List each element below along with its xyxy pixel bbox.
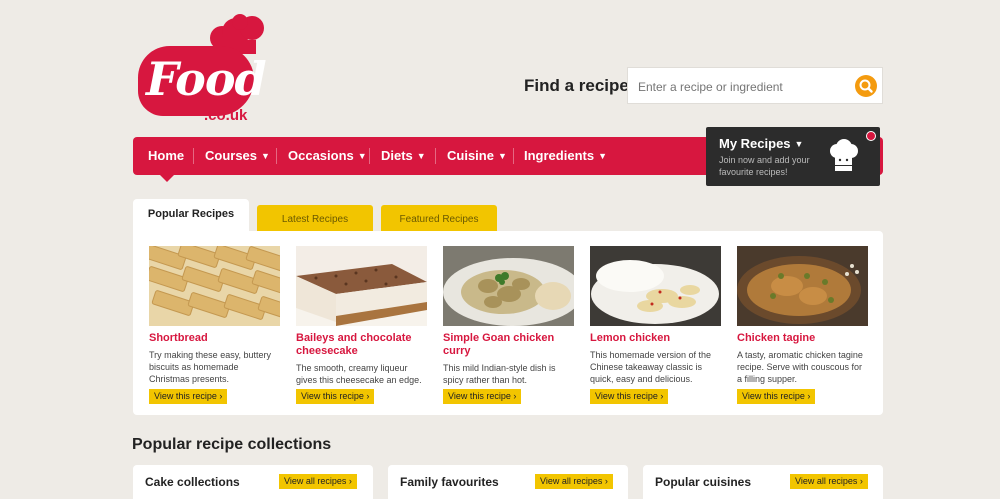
- view-recipe-button[interactable]: View this recipe ›: [296, 389, 375, 404]
- chevron-down-icon: ▼: [357, 151, 367, 161]
- view-recipe-label: View this recipe: [154, 391, 217, 401]
- recipe-image[interactable]: [443, 246, 574, 326]
- view-all-recipes-button[interactable]: View all recipes ›: [535, 474, 613, 489]
- collection-card: Popular cuisines View all recipes ›: [643, 465, 883, 499]
- recipe-title[interactable]: Chicken tagine: [737, 332, 868, 345]
- tab-popular-recipes[interactable]: Popular Recipes: [133, 199, 249, 233]
- recipe-card[interactable]: Simple Goan chicken curry This mild Indi…: [443, 246, 574, 404]
- recipe-image[interactable]: [737, 246, 868, 326]
- my-recipes-title: My Recipes ▼: [719, 136, 803, 151]
- chevron-right-icon: ›: [660, 391, 664, 401]
- collection-card: Family favourites View all recipes ›: [388, 465, 628, 499]
- view-recipe-button[interactable]: View this recipe ›: [443, 389, 522, 404]
- recipe-card[interactable]: Lemon chicken This homemade version of t…: [590, 246, 721, 404]
- chevron-right-icon: ›: [859, 476, 863, 486]
- view-recipe-label: View this recipe: [301, 391, 364, 401]
- chevron-down-icon: ▼: [261, 151, 270, 161]
- chevron-right-icon: ›: [366, 391, 370, 401]
- nav-divider: [513, 148, 514, 164]
- my-recipes-label: My Recipes: [719, 136, 791, 151]
- recipe-card[interactable]: Baileys and chocolate cheesecake The smo…: [296, 246, 427, 404]
- view-all-label: View all recipes: [284, 476, 347, 486]
- search-input[interactable]: [638, 78, 848, 95]
- recipe-title[interactable]: Simple Goan chicken curry: [443, 332, 574, 358]
- search-icon: [859, 79, 873, 93]
- nav-divider: [369, 148, 370, 164]
- nav-label: Diets: [381, 148, 413, 163]
- chevron-right-icon: ›: [348, 476, 352, 486]
- collections-heading: Popular recipe collections: [132, 436, 332, 453]
- recipe-title[interactable]: Lemon chicken: [590, 332, 721, 345]
- collection-title[interactable]: Popular cuisines: [655, 475, 751, 489]
- chef-hat-icon: [830, 139, 858, 171]
- recipe-description: The smooth, creamy liqueur gives this ch…: [296, 363, 422, 385]
- nav-label: Home: [148, 148, 185, 163]
- nav-item-home[interactable]: Home: [148, 137, 184, 175]
- my-recipes-description: Join now and add your favourite recipes!: [719, 155, 810, 177]
- chevron-right-icon: ›: [219, 391, 223, 401]
- recipe-card[interactable]: Chicken tagine A tasty, aromatic chicken…: [737, 246, 868, 404]
- search-button[interactable]: [855, 75, 877, 97]
- chevron-down-icon: ▼: [497, 151, 507, 161]
- chevron-down-icon: ▼: [416, 151, 426, 161]
- nav-divider: [193, 148, 194, 164]
- nav-divider: [435, 148, 436, 164]
- chevron-right-icon: ›: [604, 476, 608, 486]
- recipe-image[interactable]: [149, 246, 280, 326]
- view-all-recipes-button[interactable]: View all recipes ›: [279, 474, 357, 489]
- recipe-panel: Shortbread Try making these easy, butter…: [133, 231, 883, 415]
- nav-item-occasions[interactable]: Occasions ▼: [288, 137, 367, 175]
- nav-divider: [276, 148, 277, 164]
- site-logo[interactable]: Food .co.uk: [138, 12, 273, 124]
- nav-label: Courses: [205, 148, 258, 163]
- nav-label: Occasions: [288, 148, 354, 163]
- nav-item-ingredients[interactable]: Ingredients ▼: [524, 137, 607, 175]
- my-recipes-panel[interactable]: My Recipes ▼ Join now and add your favour…: [706, 127, 880, 186]
- nav-label: Ingredients: [524, 148, 595, 163]
- collection-title[interactable]: Family favourites: [400, 475, 499, 489]
- recipe-description: This mild Indian-style dish is spicy rat…: [443, 363, 556, 385]
- find-recipe-label: Find a recipe:: [524, 76, 635, 95]
- view-all-label: View all recipes: [540, 476, 603, 486]
- recipe-title[interactable]: Baileys and chocolate cheesecake: [296, 332, 427, 358]
- view-recipe-label: View this recipe: [448, 391, 511, 401]
- recipe-title[interactable]: Shortbread: [149, 332, 280, 345]
- logo-domain: .co.uk: [204, 107, 248, 124]
- nav-label: Cuisine: [447, 148, 494, 163]
- nav-item-courses[interactable]: Courses ▼: [205, 137, 270, 175]
- collection-card: Cake collections View all recipes ›: [133, 465, 373, 499]
- active-nav-indicator: [160, 175, 174, 182]
- recipe-description: Try making these easy, buttery biscuits …: [149, 350, 272, 384]
- view-recipe-button[interactable]: View this recipe ›: [149, 389, 228, 404]
- chevron-right-icon: ›: [807, 391, 811, 401]
- close-icon[interactable]: [866, 131, 876, 141]
- recipe-description: A tasty, aromatic chicken tagine recipe.…: [737, 350, 863, 384]
- view-all-label: View all recipes: [795, 476, 858, 486]
- chevron-down-icon: ▼: [598, 151, 607, 161]
- chevron-right-icon: ›: [513, 391, 517, 401]
- view-recipe-button[interactable]: View this recipe ›: [737, 389, 816, 404]
- view-all-recipes-button[interactable]: View all recipes ›: [790, 474, 868, 489]
- view-recipe-button[interactable]: View this recipe ›: [590, 389, 669, 404]
- collection-title[interactable]: Cake collections: [145, 475, 240, 489]
- search-box: [627, 67, 883, 104]
- recipe-image[interactable]: [590, 246, 721, 326]
- recipe-image[interactable]: [296, 246, 427, 326]
- nav-item-cuisine[interactable]: Cuisine ▼: [447, 137, 507, 175]
- recipe-description: This homemade version of the Chinese tak…: [590, 350, 712, 384]
- nav-item-diets[interactable]: Diets ▼: [381, 137, 426, 175]
- recipe-card[interactable]: Shortbread Try making these easy, butter…: [149, 246, 280, 404]
- chevron-down-icon: ▼: [794, 139, 804, 149]
- view-recipe-label: View this recipe: [595, 391, 658, 401]
- view-recipe-label: View this recipe: [742, 391, 805, 401]
- logo-text: Food: [146, 52, 267, 106]
